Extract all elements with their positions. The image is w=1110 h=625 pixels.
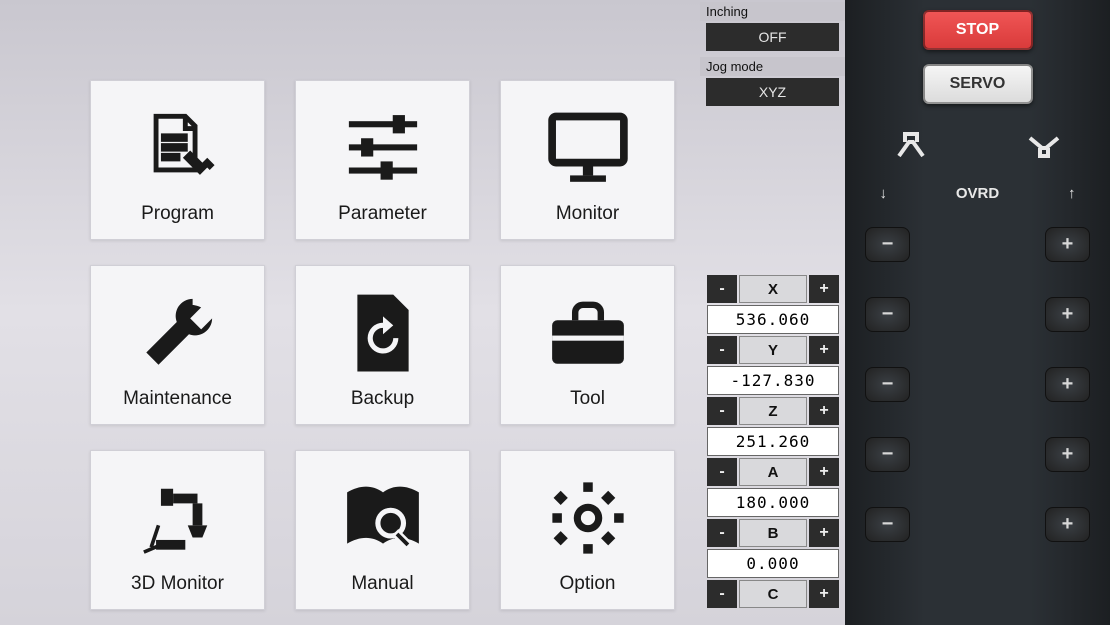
tile-label: Backup xyxy=(351,388,414,424)
axis-row-b: - B + 0.000 xyxy=(707,519,839,578)
axis-c-label[interactable]: C xyxy=(739,580,807,608)
jog-key-1-minus[interactable]: − xyxy=(865,227,910,262)
axis-row-z: - Z + 251.260 xyxy=(707,397,839,456)
jog-key-5-plus[interactable]: + xyxy=(1045,507,1090,542)
jog-key-3-plus[interactable]: + xyxy=(1045,367,1090,402)
axis-b-label[interactable]: B xyxy=(739,519,807,547)
axis-y-minus-button[interactable]: - xyxy=(707,336,737,364)
servo-button[interactable]: SERVO xyxy=(923,64,1033,104)
axis-y-plus-button[interactable]: + xyxy=(809,336,839,364)
axes-panel: - X + 536.060 - Y + -127.830 - Z + 251.2… xyxy=(707,275,839,610)
toolbox-icon xyxy=(547,266,629,388)
axis-a-plus-button[interactable]: + xyxy=(809,458,839,486)
menu-tile-maintenance[interactable]: Maintenance xyxy=(90,265,265,425)
inching-label: Inching xyxy=(700,2,845,21)
ovrd-row: ↓ OVRD ↑ xyxy=(845,185,1110,202)
jog-keys: − + − + − + − + − + xyxy=(845,227,1110,542)
axis-x-label[interactable]: X xyxy=(739,275,807,303)
main-menu-grid: Program Parameter Monitor Maintenance Ba xyxy=(90,80,675,625)
axis-c-minus-button[interactable]: - xyxy=(707,580,737,608)
axis-z-plus-button[interactable]: + xyxy=(809,397,839,425)
tile-label: Tool xyxy=(570,388,605,424)
tile-label: 3D Monitor xyxy=(131,573,224,609)
tile-label: Option xyxy=(560,573,616,609)
manual-icon xyxy=(342,451,424,573)
jog-key-4-minus[interactable]: − xyxy=(865,437,910,472)
axis-a-minus-button[interactable]: - xyxy=(707,458,737,486)
tile-label: Program xyxy=(141,203,214,239)
menu-tile-parameter[interactable]: Parameter xyxy=(295,80,470,240)
inching-value[interactable]: OFF xyxy=(706,23,839,51)
axis-b-value: 0.000 xyxy=(707,549,839,578)
menu-tile-manual[interactable]: Manual xyxy=(295,450,470,610)
jogmode-value[interactable]: XYZ xyxy=(706,78,839,106)
gear-icon xyxy=(550,451,626,573)
axis-y-label[interactable]: Y xyxy=(739,336,807,364)
hardware-panel: STOP SERVO ↓ OVRD ↑ − + − + − + − + xyxy=(845,0,1110,625)
menu-tile-option[interactable]: Option xyxy=(500,450,675,610)
backup-icon xyxy=(349,266,417,388)
axis-row-y: - Y + -127.830 xyxy=(707,336,839,395)
axis-y-value: -127.830 xyxy=(707,366,839,395)
touch-screen-area: Program Parameter Monitor Maintenance Ba xyxy=(0,0,845,625)
tile-label: Parameter xyxy=(338,203,427,239)
hand-icons-row xyxy=(845,128,1110,165)
status-column: Inching OFF Jog mode XYZ xyxy=(700,0,845,110)
tile-label: Manual xyxy=(351,573,413,609)
stop-button[interactable]: STOP xyxy=(923,10,1033,50)
axis-row-c: - C + xyxy=(707,580,839,608)
jogmode-label: Jog mode xyxy=(700,57,845,76)
sliders-icon xyxy=(344,81,422,203)
axis-x-minus-button[interactable]: - xyxy=(707,275,737,303)
menu-tile-program[interactable]: Program xyxy=(90,80,265,240)
axis-z-label[interactable]: Z xyxy=(739,397,807,425)
robot-arm-icon xyxy=(139,451,217,573)
jog-key-2-minus[interactable]: − xyxy=(865,297,910,332)
jog-key-3-minus[interactable]: − xyxy=(865,367,910,402)
ovrd-down-icon[interactable]: ↓ xyxy=(879,185,887,202)
axis-z-minus-button[interactable]: - xyxy=(707,397,737,425)
wrench-icon xyxy=(139,266,217,388)
axis-row-a: - A + 180.000 xyxy=(707,458,839,517)
menu-tile-backup[interactable]: Backup xyxy=(295,265,470,425)
axis-z-value: 251.260 xyxy=(707,427,839,456)
axis-x-plus-button[interactable]: + xyxy=(809,275,839,303)
axis-c-plus-button[interactable]: + xyxy=(809,580,839,608)
axis-b-minus-button[interactable]: - xyxy=(707,519,737,547)
monitor-icon xyxy=(547,81,629,203)
menu-tile-3d-monitor[interactable]: 3D Monitor xyxy=(90,450,265,610)
hand-open-icon[interactable] xyxy=(893,128,929,165)
jog-key-1-plus[interactable]: + xyxy=(1045,227,1090,262)
ovrd-up-icon[interactable]: ↑ xyxy=(1068,185,1076,202)
tile-label: Maintenance xyxy=(123,388,232,424)
axis-b-plus-button[interactable]: + xyxy=(809,519,839,547)
hand-close-icon[interactable] xyxy=(1026,128,1062,165)
inching-status: Inching OFF xyxy=(700,2,845,55)
axis-x-value: 536.060 xyxy=(707,305,839,334)
axis-a-value: 180.000 xyxy=(707,488,839,517)
tile-label: Monitor xyxy=(556,203,619,239)
jog-key-5-minus[interactable]: − xyxy=(865,507,910,542)
jog-key-2-plus[interactable]: + xyxy=(1045,297,1090,332)
axis-a-label[interactable]: A xyxy=(739,458,807,486)
menu-tile-tool[interactable]: Tool xyxy=(500,265,675,425)
axis-row-x: - X + 536.060 xyxy=(707,275,839,334)
jog-key-4-plus[interactable]: + xyxy=(1045,437,1090,472)
ovrd-label: OVRD xyxy=(956,185,999,202)
jogmode-status: Jog mode XYZ xyxy=(700,57,845,110)
menu-tile-monitor[interactable]: Monitor xyxy=(500,80,675,240)
program-icon xyxy=(139,81,217,203)
